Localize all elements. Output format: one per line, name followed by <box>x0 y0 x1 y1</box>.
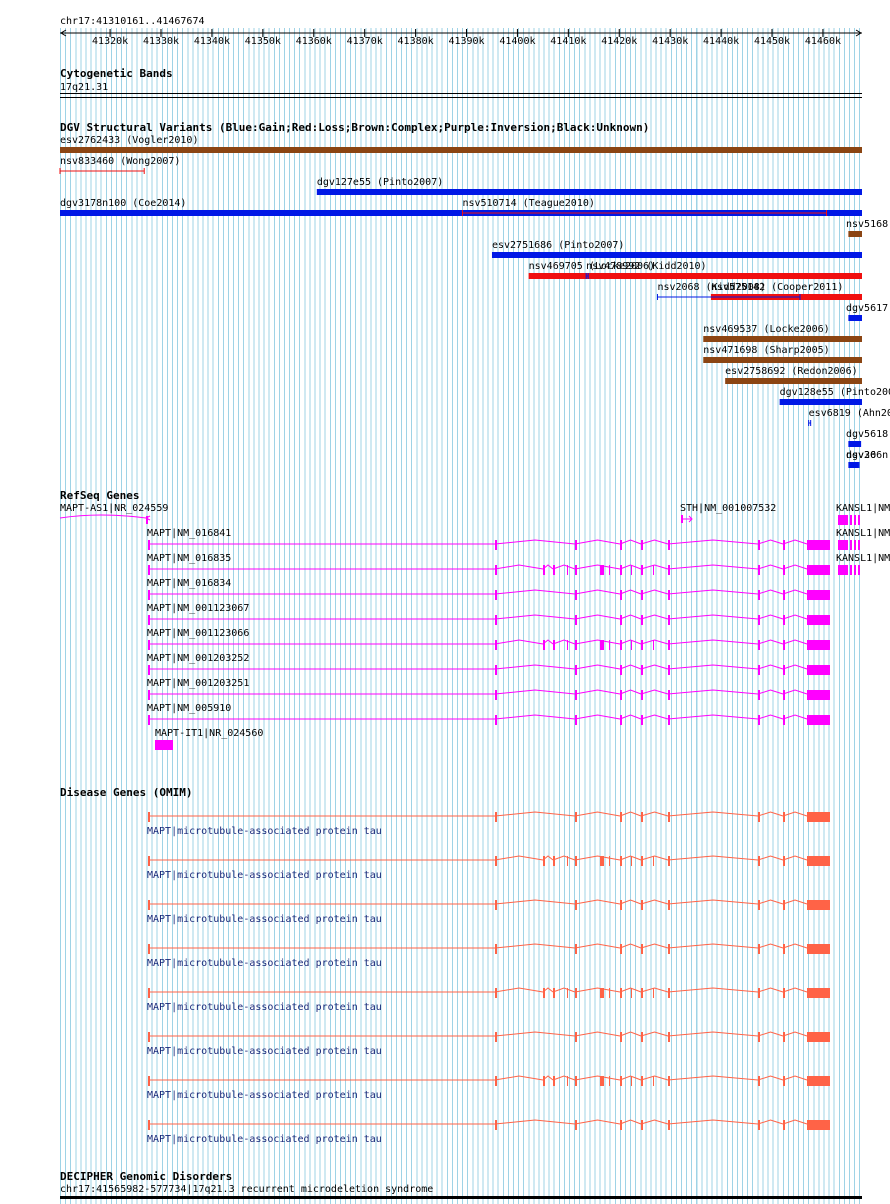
dgv-variant-label: nsv833460 (Wong2007) <box>60 156 180 167</box>
dgv-track-title: DGV Structural Variants (Blue:Gain;Red:L… <box>60 121 649 134</box>
dgv-variant-bar[interactable] <box>703 336 862 342</box>
dgv-variant-label: nsv469537 (Locke2006) <box>703 324 829 335</box>
decipher-track[interactable]: DECIPHER Genomic Disorders chr17:4156598… <box>60 1170 862 1199</box>
dgv-variant-bar[interactable] <box>703 357 862 363</box>
dgv-track[interactable]: DGV Structural Variants (Blue:Gain;Red:L… <box>59 121 890 468</box>
omim-gene[interactable] <box>148 943 830 954</box>
mapt-transcript-label: MAPT|NM_001203252 <box>147 653 249 664</box>
decipher-item-bar[interactable] <box>60 1196 862 1199</box>
dgv-variant-label: dgv128e55 (Pinto2007 <box>780 387 890 398</box>
mapt-transcript-label: MAPT|NM_001203251 <box>147 678 249 689</box>
sth-label: STH|NM_001007532 <box>680 503 776 514</box>
decipher-track-title: DECIPHER Genomic Disorders <box>60 1170 232 1183</box>
mapt-transcript[interactable] <box>148 614 830 625</box>
dgv-variant-bar[interactable] <box>848 231 862 237</box>
omim-gene-label[interactable]: MAPT|microtubule-associated protein tau <box>147 870 382 881</box>
omim-gene[interactable] <box>148 1119 830 1130</box>
dgv-variant-label: dgv127e55 (Pinto2007) <box>317 177 443 188</box>
dgv-variant-bar[interactable] <box>491 252 862 258</box>
omim-gene-label[interactable]: MAPT|microtubule-associated protein tau <box>147 1046 382 1057</box>
omim-gene[interactable] <box>148 811 830 822</box>
refseq-track-title: RefSeq Genes <box>60 489 139 502</box>
omim-gene-label[interactable]: MAPT|microtubule-associated protein tau <box>147 1090 382 1101</box>
mapt-transcript[interactable] <box>148 664 830 675</box>
cytoband-track[interactable]: Cytogenetic Bands 17q21.31 <box>60 67 862 98</box>
mapt-transcript[interactable] <box>148 564 830 575</box>
cytoband-track-title: Cytogenetic Bands <box>60 67 173 80</box>
dgv-variant-bar[interactable] <box>848 441 862 447</box>
mapt-as1-feature[interactable] <box>59 514 147 519</box>
dgv-variant-label: nsv2068 (Kidd2008) <box>657 282 765 293</box>
dgv-variant-bar[interactable] <box>779 399 862 405</box>
dgv-variant-label: esv2758692 (Redon2006) <box>725 366 857 377</box>
decipher-item-label: chr17:41565982-577734|17q21.3 recurrent … <box>60 1184 433 1195</box>
dgv-variant-label: esv6819 (Ahn200 <box>809 408 890 419</box>
kansl1-label-2: KANSL1|NM <box>836 528 890 539</box>
omim-gene-label[interactable]: MAPT|microtubule-associated protein tau <box>147 1002 382 1013</box>
mapt-transcript[interactable] <box>148 714 830 725</box>
mapt-as1-label: MAPT-AS1|NR_024559 <box>60 503 168 514</box>
kansl1-feature[interactable] <box>838 515 860 575</box>
mapt-it1-feature[interactable] <box>155 740 173 750</box>
dgv-variant-bar[interactable] <box>316 189 862 195</box>
mapt-transcript[interactable] <box>148 689 830 700</box>
dgv-variant-label: nsv20 <box>846 450 876 461</box>
omim-gene[interactable] <box>148 855 830 866</box>
dgv-variant-label: dgv3178n100 (Coe2014) <box>60 198 186 209</box>
omim-gene[interactable] <box>148 899 830 910</box>
omim-track[interactable]: Disease Genes (OMIM) MAPT|microtubule-as… <box>60 786 830 1145</box>
omim-track-title: Disease Genes (OMIM) <box>60 786 192 799</box>
mapt-transcript-label: MAPT|NM_005910 <box>147 703 231 714</box>
omim-gene[interactable] <box>148 987 830 998</box>
mapt-transcript[interactable] <box>148 589 830 600</box>
refseq-track[interactable]: RefSeq Genes MAPT-AS1|NR_024559 STH|NM_0… <box>59 489 890 750</box>
mapt-transcript[interactable] <box>148 639 830 650</box>
omim-gene-label[interactable]: MAPT|microtubule-associated protein tau <box>147 958 382 969</box>
mapt-transcript-label: MAPT|NM_016834 <box>147 578 231 589</box>
mapt-transcript-label: MAPT|NM_016835 <box>147 553 231 564</box>
dgv-variant-bar[interactable] <box>725 378 862 384</box>
dgv-variant-label: nsv5168 <box>846 219 888 230</box>
cytoband-label: 17q21.31 <box>60 82 108 93</box>
omim-gene-label[interactable]: MAPT|microtubule-associated protein tau <box>147 914 382 925</box>
omim-gene-label[interactable]: MAPT|microtubule-associated protein tau <box>147 1134 382 1145</box>
mapt-transcript-label: MAPT|NM_001123066 <box>147 628 249 639</box>
kansl1-label-3: KANSL1|NM <box>836 553 890 564</box>
omim-gene[interactable] <box>148 1075 830 1086</box>
dgv-variant-label: dgv5617 <box>846 303 888 314</box>
dgv-variant-bar[interactable] <box>528 273 862 279</box>
dgv-variant-bar[interactable] <box>60 147 862 153</box>
mapt-transcript-label: MAPT|NM_001123067 <box>147 603 249 614</box>
dgv-variant-label: nsv510714 (Teague2010) <box>462 198 594 209</box>
dgv-variant-label: nsv471698 (Sharp2005) <box>703 345 829 356</box>
dgv-variant-bar[interactable] <box>848 315 862 321</box>
mapt-transcript-label: MAPT|NM_016841 <box>147 528 231 539</box>
mapt-transcript[interactable] <box>148 539 830 550</box>
mapt-as1-exon <box>146 516 148 524</box>
dgv-variant-label: nsv478992 (Kidd2010) <box>586 261 706 272</box>
track-panel[interactable]: Cytogenetic Bands 17q21.31 DGV Structura… <box>0 0 890 1204</box>
dgv-variant-label: dgv5618 <box>846 429 888 440</box>
kansl1-label-1: KANSL1|NM <box>836 503 890 514</box>
dgv-variant-label: esv2762433 (Vogler2010) <box>60 135 198 146</box>
omim-gene[interactable] <box>148 1031 830 1042</box>
mapt-it1-label: MAPT-IT1|NR_024560 <box>155 728 263 739</box>
sth-exon[interactable] <box>681 515 683 523</box>
dgv-variant-label: esv2751686 (Pinto2007) <box>492 240 624 251</box>
omim-gene-label[interactable]: MAPT|microtubule-associated protein tau <box>147 826 382 837</box>
